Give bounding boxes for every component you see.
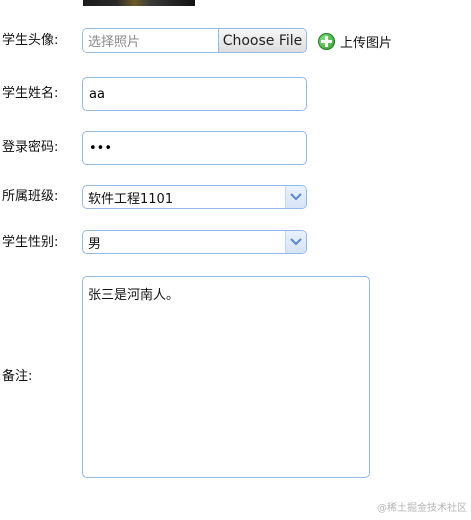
add-icon [318,32,335,50]
name-input[interactable]: aa [82,77,307,111]
watermark: @稀土掘金技术社区 [377,503,467,514]
upload-image-button[interactable]: 上传图片 [318,31,392,51]
remark-label: 备注: [2,369,33,384]
avatar-file-placeholder[interactable]: 选择照片 [83,29,218,52]
chevron-down-icon[interactable] [285,231,306,253]
password-input[interactable]: ••• [82,131,307,165]
class-label: 所属班级: [2,189,59,204]
avatar-file-picker[interactable]: 选择照片 Choose File [82,28,307,53]
gender-select[interactable]: 男 [82,230,307,254]
avatar-image-preview [83,0,195,6]
gender-label: 学生性别: [2,235,59,250]
avatar-label: 学生头像: [2,33,59,48]
chevron-down-icon[interactable] [285,186,306,208]
upload-image-label: 上传图片 [340,35,393,51]
student-form-page: 学生头像: 选择照片 Choose File 上传图片 学生姓名: aa 登录密… [0,0,471,520]
class-select[interactable]: 软件工程1101 [82,185,307,209]
gender-selected-value: 男 [88,236,102,252]
password-label: 登录密码: [2,140,59,155]
remark-textarea[interactable]: 张三是河南人。 [82,276,370,478]
class-selected-value: 软件工程1101 [88,191,174,207]
name-label: 学生姓名: [2,86,59,101]
choose-file-button[interactable]: Choose File [218,29,306,52]
